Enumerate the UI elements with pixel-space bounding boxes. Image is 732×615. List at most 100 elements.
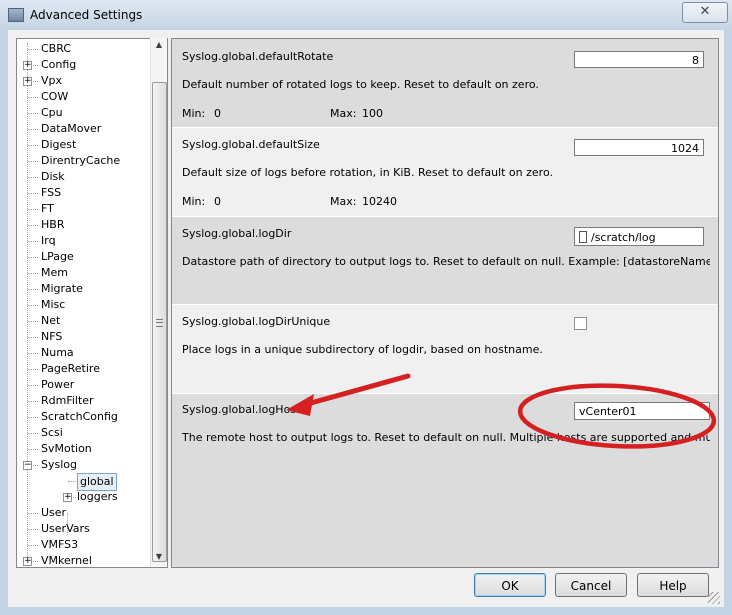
min-value: 0 <box>214 195 221 208</box>
tree-connector <box>68 481 76 482</box>
setting-description: Default size of logs before rotation, in… <box>182 166 553 179</box>
tree-item-label: FT <box>41 202 54 215</box>
tree-item[interactable]: DataMover <box>17 121 167 137</box>
tree-item-label: loggers <box>77 490 118 503</box>
tree-connector <box>28 177 38 178</box>
log-dir-input[interactable]: /scratch/log <box>574 227 704 246</box>
tree-connector <box>28 385 38 386</box>
setting-description: Default number of rotated logs to keep. … <box>182 78 539 91</box>
scroll-down-arrow-icon[interactable]: ▼ <box>151 550 167 564</box>
tree-item[interactable]: + VMkernel <box>17 553 167 567</box>
settings-tree[interactable]: CBRC + Config + Vpx COW Cpu DataMover Digest Dire… <box>16 38 168 568</box>
resize-grip-icon[interactable] <box>708 592 720 604</box>
tree-item[interactable]: + Config <box>17 57 167 73</box>
title-bar[interactable]: Advanced Settings ✕ <box>0 0 732 30</box>
tree-item-label: Power <box>41 378 75 391</box>
log-host-input[interactable]: vCenter01 <box>574 402 710 420</box>
tree-item[interactable]: VMFS3 <box>17 537 167 553</box>
tree-item[interactable]: Misc <box>17 297 167 313</box>
setting-name: Syslog.global.logHost <box>182 403 301 416</box>
tree-item[interactable]: + Vpx <box>17 73 167 89</box>
tree-item-label: Config <box>41 58 77 71</box>
app-icon <box>8 8 24 22</box>
tree-item[interactable]: Cpu <box>17 105 167 121</box>
expand-icon[interactable]: + <box>23 557 32 566</box>
tree-item-label: DirentryCache <box>41 154 121 167</box>
help-button[interactable]: Help <box>637 573 709 597</box>
max-label: Max: <box>330 195 357 208</box>
min-label: Min: <box>182 107 206 120</box>
tree-item[interactable]: UserVars <box>17 521 167 537</box>
tree-item[interactable]: Mem <box>17 265 167 281</box>
tree-item-label: Migrate <box>41 282 83 295</box>
tree-item-label: CBRC <box>41 42 72 55</box>
tree-item-label: Cpu <box>41 106 63 119</box>
tree-item[interactable]: global <box>37 473 167 491</box>
tree-item[interactable]: RdmFilter <box>17 393 167 409</box>
tree-item-label: Mem <box>41 266 68 279</box>
tree-item[interactable]: + loggers <box>37 489 167 505</box>
tree-item-label: Irq <box>41 234 56 247</box>
setting-name: Syslog.global.defaultRotate <box>182 50 334 63</box>
tree-item[interactable]: − Syslog <box>17 457 167 473</box>
tree-item[interactable]: Disk <box>17 169 167 185</box>
close-button[interactable]: ✕ <box>682 2 728 23</box>
default-rotate-input[interactable]: 8 <box>574 51 704 68</box>
tree-item[interactable]: Irq <box>17 233 167 249</box>
tree-connector <box>28 353 38 354</box>
tree-item[interactable]: Migrate <box>17 281 167 297</box>
tree-item[interactable]: FT <box>17 201 167 217</box>
setting-log-dir: Syslog.global.logDir /scratch/log Datast… <box>172 217 718 304</box>
tree-item-label: UserVars <box>41 522 90 535</box>
expand-icon[interactable]: + <box>23 77 32 86</box>
cancel-button[interactable]: Cancel <box>555 573 627 597</box>
log-dir-unique-checkbox[interactable] <box>574 317 587 330</box>
setting-log-host: Syslog.global.logHost vCenter01 The remo… <box>172 394 718 567</box>
tree-item[interactable]: CBRC <box>17 41 167 57</box>
tree-item[interactable]: Power <box>17 377 167 393</box>
tree-item[interactable]: COW <box>17 89 167 105</box>
expand-icon[interactable]: + <box>63 493 72 502</box>
settings-panel: Syslog.global.defaultRotate 8 Default nu… <box>171 38 719 568</box>
tree-item-label: Digest <box>41 138 77 151</box>
tree-item-label: VMkernel <box>41 554 92 567</box>
tree-item[interactable]: Net <box>17 313 167 329</box>
tree-item[interactable]: PageRetire <box>17 361 167 377</box>
collapse-icon[interactable]: − <box>23 461 32 470</box>
scroll-thumb[interactable] <box>152 82 167 562</box>
tree-item[interactable]: FSS <box>17 185 167 201</box>
tree-item-label: FSS <box>41 186 62 199</box>
tree-item[interactable]: HBR <box>17 217 167 233</box>
scroll-up-arrow-icon[interactable]: ▲ <box>151 38 167 52</box>
tree-item[interactable]: Scsi <box>17 425 167 441</box>
tree-connector <box>28 145 38 146</box>
tree-connector <box>28 161 38 162</box>
tree-connector <box>28 241 38 242</box>
setting-log-dir-unique: Syslog.global.logDirUnique Place logs in… <box>172 305 718 393</box>
default-size-input[interactable]: 1024 <box>574 139 704 156</box>
tree-item[interactable]: Digest <box>17 137 167 153</box>
tree-scrollbar[interactable]: ▲ ▼ <box>150 38 167 566</box>
tree-item[interactable]: LPage <box>17 249 167 265</box>
setting-name: Syslog.global.logDir <box>182 227 292 240</box>
tree-item[interactable]: ScratchConfig <box>17 409 167 425</box>
max-value: 10240 <box>362 195 397 208</box>
tree-item-label: Disk <box>41 170 65 183</box>
log-dir-value: /scratch/log <box>591 231 656 244</box>
tree-connector <box>28 433 38 434</box>
tree-connector <box>28 369 38 370</box>
tree-item-label: DataMover <box>41 122 102 135</box>
tree-connector <box>28 49 38 50</box>
tree-item-label: Scsi <box>41 426 63 439</box>
tree-item-label: COW <box>41 90 69 103</box>
tree-connector <box>28 417 38 418</box>
ok-button[interactable]: OK <box>474 573 546 597</box>
tree-item[interactable]: Numa <box>17 345 167 361</box>
window-title: Advanced Settings <box>30 8 143 22</box>
tree-item[interactable]: NFS <box>17 329 167 345</box>
tree-item[interactable]: SvMotion <box>17 441 167 457</box>
tree-item[interactable]: DirentryCache <box>17 153 167 169</box>
datastore-browse-icon[interactable] <box>579 231 587 243</box>
expand-icon[interactable]: + <box>23 61 32 70</box>
tree-item[interactable]: User <box>17 505 167 521</box>
